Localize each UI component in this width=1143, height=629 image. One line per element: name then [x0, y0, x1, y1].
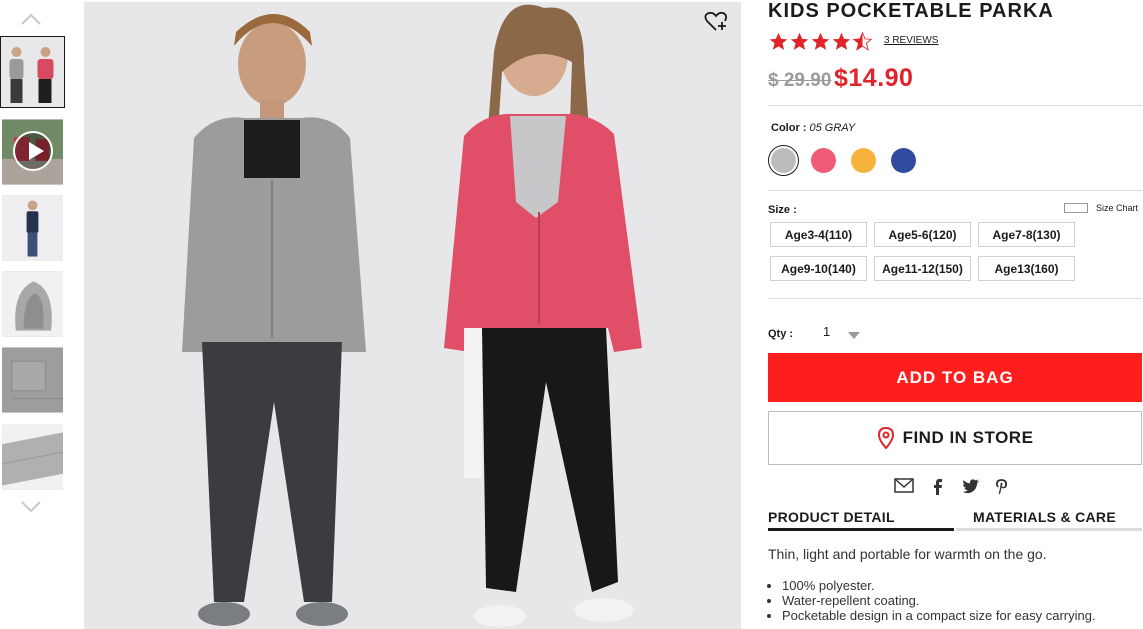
size-label: Size : — [768, 204, 797, 216]
divider — [768, 105, 1142, 106]
color-label: Color : 05 GRAY — [771, 122, 855, 134]
caret-down-icon[interactable] — [848, 327, 860, 339]
thumbnail-kids-front[interactable] — [0, 36, 65, 108]
size-option[interactable]: Age3-4(110) — [770, 222, 867, 247]
swatch-yellow[interactable] — [851, 148, 876, 173]
size-chart-label: Size Chart — [1096, 203, 1139, 213]
star-icon — [811, 32, 830, 50]
chevron-up-icon[interactable] — [20, 12, 42, 26]
star-icon — [769, 32, 788, 50]
heart-plus-icon[interactable] — [704, 10, 728, 32]
swatch-blue[interactable] — [891, 148, 916, 173]
swatch-pink[interactable] — [811, 148, 836, 173]
color-value: 05 GRAY — [809, 122, 856, 134]
tab-inactive-underline — [956, 528, 1142, 531]
size-option[interactable]: Age9-10(140) — [770, 256, 867, 281]
pinterest-icon[interactable] — [995, 478, 1015, 496]
product-main-image — [84, 2, 741, 629]
thumbnail-sleeve-detail[interactable] — [2, 424, 63, 490]
ruler-icon — [1064, 203, 1088, 213]
thumbnail-hood-detail[interactable] — [2, 271, 63, 337]
quantity-label: Qty : — [768, 328, 794, 340]
size-chart-link[interactable]: Size Chart — [1064, 203, 1138, 213]
product-details-panel: KIDS POCKETABLE PARKA 3 REVIEWS $ 29.90 … — [768, 0, 1142, 629]
email-icon[interactable] — [894, 478, 914, 496]
tab-active-underline — [768, 528, 954, 531]
thumbnail-video[interactable] — [2, 119, 63, 185]
list-item: Pocketable design in a compact size for … — [782, 608, 1096, 623]
play-icon — [13, 131, 53, 171]
product-title: KIDS POCKETABLE PARKA — [768, 0, 1054, 22]
product-description: Thin, light and portable for warmth on t… — [768, 546, 1047, 562]
star-icon — [790, 32, 809, 50]
share-icons — [894, 478, 1014, 498]
thumbnail-back-detail[interactable] — [2, 347, 63, 413]
add-to-bag-button[interactable]: ADD TO BAG — [768, 353, 1142, 402]
sale-price: $14.90 — [834, 64, 914, 92]
list-item: Water-repellent coating. — [782, 593, 1096, 608]
tab-materials-care[interactable]: MATERIALS & CARE — [973, 509, 1116, 525]
size-option[interactable]: Age13(160) — [978, 256, 1075, 281]
tab-product-detail[interactable]: PRODUCT DETAIL — [768, 509, 895, 525]
thumbnail-boy-side[interactable] — [2, 195, 63, 261]
divider — [768, 298, 1142, 299]
swatch-gray[interactable] — [771, 148, 796, 173]
size-option[interactable]: Age5-6(120) — [874, 222, 971, 247]
divider — [768, 190, 1142, 191]
color-label-text: Color : — [771, 122, 807, 134]
original-price: $ 29.90 — [768, 70, 832, 91]
chevron-down-icon[interactable] — [20, 500, 42, 514]
list-item: 100% polyester. — [782, 578, 1096, 593]
quantity-select[interactable]: 1 — [823, 324, 830, 339]
map-pin-icon — [877, 427, 894, 449]
star-half-icon — [852, 31, 873, 51]
find-in-store-label: FIND IN STORE — [902, 428, 1034, 447]
rating-stars[interactable] — [768, 31, 873, 53]
twitter-icon[interactable] — [962, 478, 982, 496]
thumbnail-rail — [0, 0, 66, 629]
feature-list: 100% polyester. Water-repellent coating.… — [782, 578, 1096, 623]
facebook-icon[interactable] — [931, 478, 951, 496]
reviews-link[interactable]: 3 REVIEWS — [884, 35, 938, 46]
size-option[interactable]: Age7-8(130) — [978, 222, 1075, 247]
star-icon — [832, 32, 851, 50]
size-option[interactable]: Age11-12(150) — [874, 256, 971, 281]
find-in-store-button[interactable]: FIND IN STORE — [768, 411, 1142, 465]
